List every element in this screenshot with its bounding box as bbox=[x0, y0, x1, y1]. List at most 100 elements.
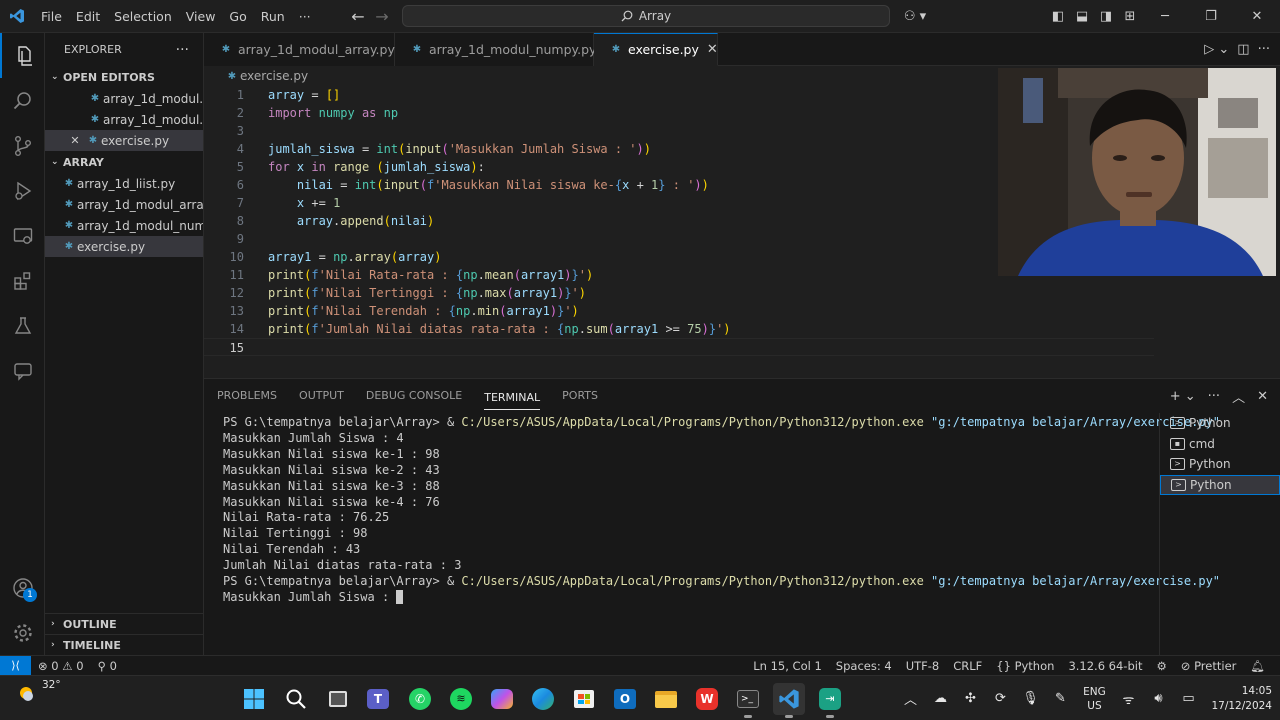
settings-gear-icon[interactable] bbox=[0, 610, 45, 655]
explorer-icon[interactable] bbox=[0, 33, 45, 78]
maximize-panel-icon[interactable]: ︿ bbox=[1232, 387, 1245, 406]
new-terminal-icon[interactable]: + ⌄ bbox=[1170, 389, 1196, 404]
toggle-primary-sidebar-icon[interactable]: ◧ bbox=[1046, 0, 1070, 33]
tab-debug-console[interactable]: DEBUG CONSOLE bbox=[366, 379, 462, 413]
menu-run[interactable]: Run bbox=[254, 0, 292, 33]
copilot-icon[interactable]: ⚇ ▾ bbox=[900, 0, 930, 33]
copilot-status-icon[interactable]: ⚙ bbox=[1149, 659, 1173, 673]
task-view-icon[interactable] bbox=[322, 683, 354, 715]
testing-icon[interactable] bbox=[0, 303, 45, 348]
encoding[interactable]: UTF-8 bbox=[899, 659, 947, 673]
store-icon[interactable] bbox=[568, 683, 600, 715]
run-python-file-icon[interactable]: ▷ ⌄ bbox=[1204, 42, 1229, 57]
chat-icon[interactable] bbox=[0, 348, 45, 393]
edge-icon[interactable] bbox=[527, 683, 559, 715]
copilot-app-icon[interactable] bbox=[486, 683, 518, 715]
start-windows-icon[interactable] bbox=[238, 683, 270, 715]
cursor-position[interactable]: Ln 15, Col 1 bbox=[746, 659, 829, 673]
source-control-icon[interactable] bbox=[0, 123, 45, 168]
weather-widget[interactable]: 32° bbox=[14, 679, 61, 704]
menu-more[interactable]: ··· bbox=[292, 0, 318, 33]
remote-explorer-icon[interactable] bbox=[0, 213, 45, 258]
menu-edit[interactable]: Edit bbox=[69, 0, 107, 33]
close-window-button[interactable]: ✕ bbox=[1234, 0, 1280, 33]
minimize-button[interactable]: ─ bbox=[1142, 0, 1188, 33]
volume-icon[interactable]: 🔊︎ bbox=[1143, 691, 1173, 706]
close-panel-icon[interactable]: ✕ bbox=[1257, 389, 1268, 404]
whatsapp-icon[interactable]: ✆ bbox=[404, 683, 436, 715]
tab-output[interactable]: OUTPUT bbox=[299, 379, 344, 413]
wps-office-icon[interactable]: W bbox=[691, 683, 723, 715]
open-editor-item[interactable]: ✱ array_1d_modul... bbox=[45, 109, 203, 130]
notifications-bell-icon[interactable]: 🔔︎ bbox=[1243, 659, 1272, 673]
file-item-active[interactable]: ✱ exercise.py bbox=[45, 236, 203, 257]
pen-icon[interactable]: ✎ bbox=[1045, 691, 1075, 706]
split-editor-icon[interactable]: ◫ bbox=[1237, 42, 1249, 57]
tab-ports[interactable]: PORTS bbox=[562, 379, 598, 413]
restore-button[interactable]: ❐ bbox=[1188, 0, 1234, 33]
forward-arrow-icon[interactable]: → bbox=[370, 7, 394, 26]
customize-layout-icon[interactable]: ⊞ bbox=[1118, 0, 1142, 33]
clock[interactable]: 14:05 17/12/2024 bbox=[1203, 684, 1280, 714]
prettier-status[interactable]: ⊘ Prettier bbox=[1174, 659, 1244, 673]
file-item[interactable]: ✱ array_1d_liist.py bbox=[45, 173, 203, 194]
screen-recorder-icon[interactable]: ⇥ bbox=[814, 683, 846, 718]
terminal-instance-active[interactable]: > Python bbox=[1160, 474, 1280, 495]
tab-terminal[interactable]: TERMINAL bbox=[484, 386, 541, 410]
menu-file[interactable]: File bbox=[34, 0, 69, 33]
tab-exercise[interactable]: ✱ exercise.py ✕ bbox=[594, 33, 718, 66]
ports-status[interactable]: ⚲ 0 bbox=[91, 659, 124, 673]
end-of-line[interactable]: CRLF bbox=[946, 659, 989, 673]
onedrive-cloud-icon[interactable]: ☁ bbox=[925, 691, 955, 706]
terminal-instance[interactable]: ▪ cmd bbox=[1160, 434, 1280, 455]
problems-status[interactable]: ⊗ 0 ⚠ 0 bbox=[31, 659, 91, 673]
menu-view[interactable]: View bbox=[179, 0, 223, 33]
language-mode[interactable]: {} Python bbox=[989, 659, 1061, 673]
battery-icon[interactable]: ▭ bbox=[1173, 691, 1203, 706]
file-item[interactable]: ✱ array_1d_modul_array... bbox=[45, 194, 203, 215]
show-hidden-icons-chevron-icon[interactable]: ︿ bbox=[895, 689, 925, 708]
close-tab-icon[interactable]: ✕ bbox=[707, 42, 718, 57]
back-arrow-icon[interactable]: ← bbox=[346, 7, 370, 26]
close-editor-icon[interactable]: ✕ bbox=[65, 134, 85, 147]
folder-section[interactable]: ⌄ ARRAY bbox=[45, 151, 203, 173]
indentation[interactable]: Spaces: 4 bbox=[829, 659, 899, 673]
open-editors-section[interactable]: ⌄ OPEN EDITORS bbox=[45, 66, 203, 88]
sync-icon[interactable]: ⟳ bbox=[985, 691, 1015, 706]
toggle-panel-icon[interactable]: ⬓ bbox=[1070, 0, 1094, 33]
outline-section[interactable]: › OUTLINE bbox=[45, 613, 204, 634]
wifi-icon[interactable]: ᯤ bbox=[1113, 690, 1143, 708]
teams-icon[interactable]: T bbox=[362, 683, 394, 715]
vscode-taskbar-icon[interactable] bbox=[773, 683, 805, 718]
toggle-secondary-sidebar-icon[interactable]: ◨ bbox=[1094, 0, 1118, 33]
timeline-section[interactable]: › TIMELINE bbox=[45, 634, 204, 655]
run-debug-icon[interactable] bbox=[0, 168, 45, 213]
search-view-icon[interactable] bbox=[0, 78, 45, 123]
accounts-icon[interactable]: 1 bbox=[0, 565, 45, 610]
command-center[interactable]: Array bbox=[402, 5, 890, 27]
language-indicator[interactable]: ENG US bbox=[1075, 685, 1113, 713]
breadcrumb-file[interactable]: exercise.py bbox=[240, 69, 308, 83]
taskbar-search-icon[interactable] bbox=[280, 683, 312, 715]
terminal-output[interactable]: PS G:\tempatnya belajar\Array> & C:/User… bbox=[223, 415, 1220, 651]
tab-problems[interactable]: PROBLEMS bbox=[217, 379, 277, 413]
panel-more-icon[interactable]: ··· bbox=[1208, 389, 1220, 404]
tab-array-1d-modul-numpy[interactable]: ✱ array_1d_modul_numpy.py bbox=[395, 33, 596, 66]
microphone-icon[interactable]: 🎙︎ bbox=[1015, 691, 1045, 706]
menu-selection[interactable]: Selection bbox=[107, 0, 179, 33]
spotify-icon[interactable]: ≋ bbox=[445, 683, 477, 715]
menu-go[interactable]: Go bbox=[222, 0, 253, 33]
editor-more-icon[interactable]: ··· bbox=[1258, 42, 1270, 57]
open-editor-item-active[interactable]: ✕ ✱ exercise.py bbox=[45, 130, 203, 151]
terminal-instance[interactable]: > Python bbox=[1160, 413, 1280, 434]
python-interpreter[interactable]: 3.12.6 64-bit bbox=[1061, 659, 1149, 673]
tab-array-1d-modul-array[interactable]: ✱ array_1d_modul_array.py bbox=[204, 33, 395, 66]
extensions-icon[interactable] bbox=[0, 258, 45, 303]
bluetooth-app-icon[interactable]: ✣ bbox=[955, 691, 985, 706]
file-explorer-icon[interactable] bbox=[650, 683, 682, 715]
open-editor-item[interactable]: ✱ array_1d_modul... bbox=[45, 88, 203, 109]
more-actions-icon[interactable]: ··· bbox=[176, 42, 189, 58]
outlook-icon[interactable]: O bbox=[609, 683, 641, 715]
terminal-app-icon[interactable]: >_ bbox=[732, 683, 764, 718]
remote-indicator-icon[interactable]: ⟩⟨ bbox=[0, 655, 31, 676]
